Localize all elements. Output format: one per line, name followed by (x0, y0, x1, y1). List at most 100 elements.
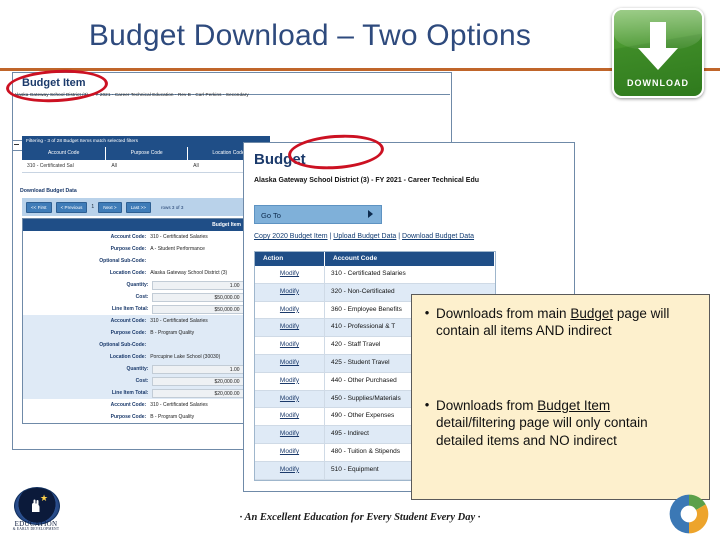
chevron-right-icon (368, 210, 373, 218)
next-page-button[interactable]: Next > (98, 201, 122, 213)
detail-row-label: Optional Sub-Code: (99, 342, 147, 348)
detail-row-label: Quantity: (126, 282, 149, 288)
modify-link[interactable]: Modify (255, 337, 325, 354)
detail-row-label: Account Code: (110, 234, 147, 240)
detail-row: Account Code: 310 - Certificated Salaries (23, 399, 247, 411)
callout-text-2: Downloads from Budget Item detail/filter… (436, 397, 684, 449)
seal-text-subtitle: & EARLY DEVELOPMENT (12, 527, 60, 531)
down-arrow-icon (638, 22, 678, 70)
modify-link[interactable]: Modify (255, 426, 325, 443)
download-budget-data-link-left[interactable]: Download Budget Data (20, 188, 77, 194)
bullet-icon: • (424, 305, 430, 320)
bullet-icon: • (424, 397, 430, 412)
education-seal-logo: ★ EDUCATION & EARLY DEVELOPMENT (10, 487, 62, 533)
filter-col-account-code: Account Code (22, 147, 107, 160)
detail-row-value: B - Program Quality (150, 330, 195, 336)
filter-value-purpose-code: All (111, 163, 117, 169)
modify-link[interactable]: Modify (255, 301, 325, 319)
detail-row-label: Account Code: (110, 318, 147, 324)
go-to-label: Go To (261, 211, 281, 220)
tri-color-circle-logo (669, 494, 709, 534)
detail-row-value: A - Student Performance (150, 246, 205, 252)
budget-action-links: Copy 2020 Budget Item | Upload Budget Da… (254, 233, 474, 240)
modify-link[interactable]: Modify (255, 443, 325, 461)
detail-row-value[interactable]: $50,000.00 (152, 292, 247, 302)
detail-group: Account Code: 310 - Certificated Salaries… (23, 315, 247, 399)
detail-row: Line Item Total: $50,000.00 (23, 303, 247, 315)
detail-row: Purpose Code: B - Program Quality (23, 411, 247, 423)
modify-link[interactable]: Modify (255, 266, 325, 283)
detail-row-label: Location Code: (109, 354, 147, 360)
previous-page-button[interactable]: < Previous (55, 201, 88, 213)
detail-row: Quantity: 1.00 (23, 363, 247, 375)
detail-row: Location Code: Porcupine Lake School (300… (23, 351, 247, 363)
detail-row-value[interactable]: 1.00 (152, 364, 247, 374)
detail-row-label: Quantity: (126, 366, 149, 372)
filter-value-account-code: 310 - Certificated Sal (27, 163, 74, 169)
detail-row-value: 310 - Certificated Salaries (150, 402, 208, 408)
filter-status: Filtering - 3 of 28 Budget Items match s… (22, 136, 270, 147)
detail-list-header: Budget Item (23, 219, 247, 231)
detail-row-label: Line Item Total: (111, 306, 149, 312)
pager-row-status: rows 3 of 3 (160, 204, 184, 210)
modify-link[interactable]: Modify (255, 408, 325, 426)
callout-bullet-1: • Downloads from main Budget page will c… (418, 305, 684, 340)
callout-bullet-2: • Downloads from Budget Item detail/filt… (418, 397, 684, 449)
detail-row-label: Cost: (135, 378, 149, 384)
page-title: Budget Download – Two Options (88, 19, 532, 52)
filter-column-headers: Account Code Purpose Code Location Code (22, 147, 270, 160)
upload-budget-data-link[interactable]: Upload Budget Data (333, 233, 396, 240)
filter-panel: Filtering - 3 of 28 Budget Items match s… (12, 136, 270, 188)
detail-row: Purpose Code: A - Student Performance (23, 243, 247, 255)
modify-link[interactable]: Modify (255, 354, 325, 372)
slide: Budget Download – Two Options DOWNLOAD B… (0, 0, 720, 540)
detail-row-label: Purpose Code: (110, 414, 147, 420)
download-button-graphic[interactable]: DOWNLOAD (612, 8, 704, 98)
detail-row: Line Item Total: $20,000.00 (23, 387, 247, 399)
detail-row: Purpose Code: B - Program Quality (23, 327, 247, 339)
table-row: Modify 310 - Certificated Salaries (255, 266, 495, 284)
go-to-dropdown[interactable]: Go To (254, 205, 382, 224)
detail-row-label: Purpose Code: (110, 330, 147, 336)
budget-table-header: Action Account Code (255, 252, 495, 266)
detail-row-label: Account Code: (110, 402, 147, 408)
callout-1-underlined: Budget (570, 306, 614, 321)
callout-2-post: detail/filtering page will only contain … (436, 415, 648, 448)
detail-group: Account Code: 310 - Certificated Salaries… (23, 231, 247, 315)
detail-group: Account Code: 310 - Certificated Salaries… (23, 399, 247, 423)
modify-link[interactable]: Modify (255, 319, 325, 337)
modify-link[interactable]: Modify (255, 283, 325, 301)
detail-row-value[interactable]: $20,000.00 (152, 376, 247, 386)
detail-row-label: Purpose Code: (110, 246, 147, 252)
modify-link[interactable]: Modify (255, 461, 325, 479)
detail-row-value[interactable]: 1.00 (152, 280, 247, 290)
detail-row-label: Optional Sub-Code: (99, 258, 147, 264)
detail-row: Quantity: 1.00 (23, 279, 247, 291)
modify-link[interactable]: Modify (255, 372, 325, 390)
pagination-bar: << First < Previous 1 Next > Last >> row… (22, 198, 246, 216)
detail-groups: Account Code: 310 - Certificated Salaries… (23, 231, 247, 423)
account-code-cell: 310 - Certificated Salaries (331, 270, 406, 277)
detail-row: Optional Sub-Code: (23, 339, 247, 351)
filter-col-purpose-code: Purpose Code (106, 147, 189, 160)
detail-row: Account Code: 310 - Certificated Salaries (23, 231, 247, 243)
last-page-button[interactable]: Last >> (125, 201, 151, 213)
copy-budget-item-link[interactable]: Copy 2020 Budget Item (254, 233, 328, 240)
hand-icon (32, 499, 40, 512)
first-page-button[interactable]: << First (26, 201, 52, 213)
detail-row: Cost: $50,000.00 (23, 291, 247, 303)
detail-row-value[interactable]: $20,000.00 (152, 388, 247, 398)
detail-row: Optional Sub-Code: (23, 255, 247, 267)
detail-row-value[interactable]: $50,000.00 (152, 304, 247, 314)
detail-row-value: Porcupine Lake School (30030) (150, 354, 221, 360)
detail-row-value: Alaska Gateway School District (3) (150, 270, 228, 276)
callout-box: • Downloads from main Budget page will c… (411, 294, 710, 500)
star-icon: ★ (40, 493, 49, 503)
detail-row-label: Location Code: (109, 270, 147, 276)
callout-2-underlined: Budget Item (537, 398, 611, 413)
download-budget-data-link[interactable]: Download Budget Data (402, 233, 474, 240)
callout-2-pre: Downloads from (436, 398, 538, 413)
current-page-number: 1 (91, 204, 95, 210)
modify-link[interactable]: Modify (255, 390, 325, 408)
detail-row: Account Code: 310 - Certificated Salaries (23, 315, 247, 327)
